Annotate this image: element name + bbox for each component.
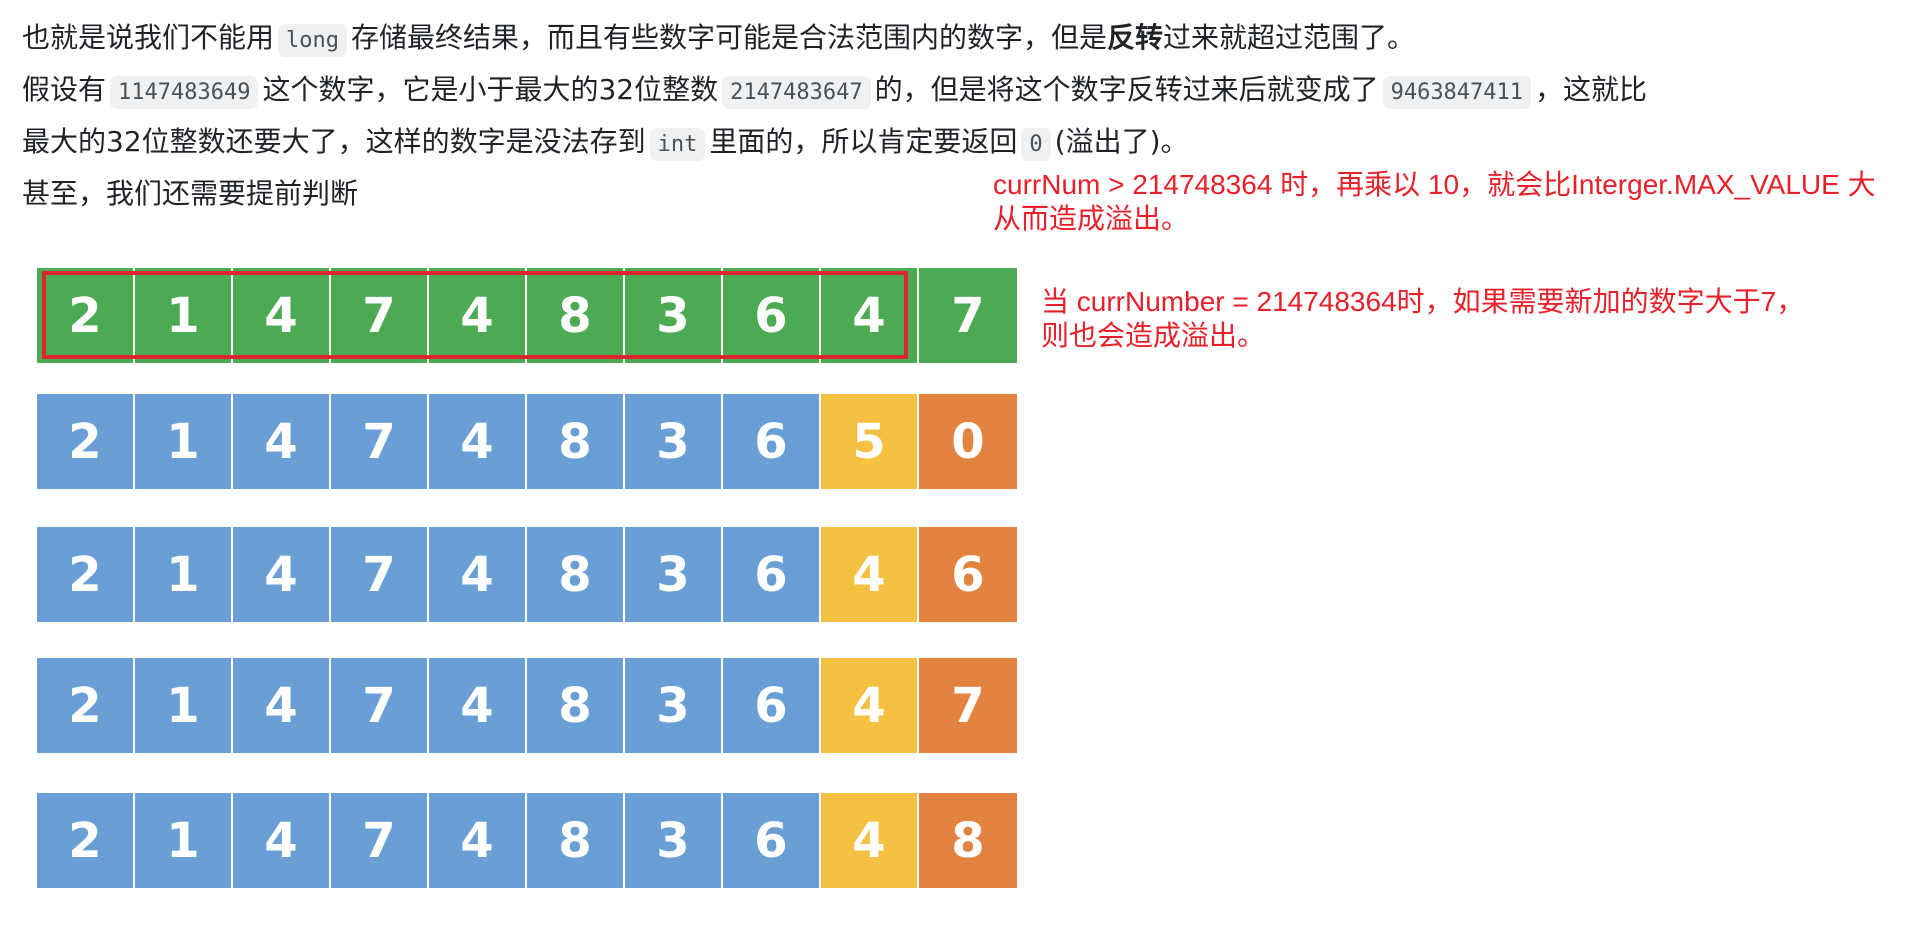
annotation-overflow-multiply: currNum > 214748364 时，再乘以 10，就会比Interger… xyxy=(993,168,1876,236)
digit-cell: 4 xyxy=(233,527,331,622)
digit-cell: 6 xyxy=(723,793,821,888)
digit-cell: 3 xyxy=(625,268,723,363)
digit-cell: 2 xyxy=(37,658,135,753)
digit-cell: 8 xyxy=(527,527,625,622)
text-segment: 存储最终结果，而且有些数字可能是合法范围内的数字，但是 xyxy=(351,21,1108,54)
digit-cell: 4 xyxy=(821,527,919,622)
text-segment: 最大的32位整数还要大了，这样的数字是没法存到 xyxy=(22,125,646,158)
digit-cell: 7 xyxy=(331,658,429,753)
digit-cell: 6 xyxy=(723,527,821,622)
digit-cell: 4 xyxy=(821,658,919,753)
digit-row-1: 2147483647 xyxy=(37,268,1017,363)
digit-cell: 8 xyxy=(527,793,625,888)
digit-row-5: 2147483648 xyxy=(37,793,1017,888)
digit-cell: 7 xyxy=(331,793,429,888)
text-segment: 也就是说我们不能用 xyxy=(22,21,275,54)
digit-cell: 0 xyxy=(919,394,1017,489)
digit-cell: 8 xyxy=(527,658,625,753)
digit-cell: 7 xyxy=(919,268,1017,363)
digit-row-2: 2147483650 xyxy=(37,394,1017,489)
inline-code-max-int: 2147483647 xyxy=(722,76,871,109)
digit-cell: 4 xyxy=(233,793,331,888)
inline-code-long: long xyxy=(278,24,347,57)
text-segment: 过来就超过范围了。 xyxy=(1163,21,1416,54)
text-segment: 这个数字，它是小于最大的32位整数 xyxy=(262,73,719,106)
text-segment: 的，但是将这个数字反转过来后就变成了 xyxy=(874,73,1379,106)
digit-cell: 8 xyxy=(527,394,625,489)
annotation-line: 当 currNumber = 214748364时，如果需要新加的数字大于7， xyxy=(1041,286,1805,317)
annotation-overflow-digit: 当 currNumber = 214748364时，如果需要新加的数字大于7， … xyxy=(1041,285,1804,353)
digit-cell: 4 xyxy=(821,793,919,888)
digit-cell: 2 xyxy=(37,793,135,888)
digit-cell: 5 xyxy=(821,394,919,489)
inline-code-number: 1147483649 xyxy=(110,76,259,109)
text-segment: (溢出了)。 xyxy=(1054,125,1189,158)
digit-cell: 1 xyxy=(135,394,233,489)
digit-cell: 4 xyxy=(429,658,527,753)
paragraph-line-3: 最大的32位整数还要大了，这样的数字是没法存到 int 里面的，所以肯定要返回 0 (溢… xyxy=(22,116,1902,168)
digit-cell: 6 xyxy=(723,658,821,753)
digit-cell: 7 xyxy=(331,394,429,489)
digit-cell: 6 xyxy=(919,527,1017,622)
digit-cell: 2 xyxy=(37,394,135,489)
digit-cell: 7 xyxy=(331,527,429,622)
text-segment: 里面的，所以肯定要返回 xyxy=(709,125,1018,158)
digit-cell: 4 xyxy=(821,268,919,363)
digit-cell: 4 xyxy=(429,793,527,888)
digit-cell: 1 xyxy=(135,658,233,753)
annotation-line: currNum > 214748364 时，再乘以 10，就会比Interger… xyxy=(993,169,1876,200)
inline-code-zero: 0 xyxy=(1021,128,1051,161)
annotation-line: 从而造成溢出。 xyxy=(993,203,1190,234)
paragraph-line-2: 假设有 1147483649 这个数字，它是小于最大的32位整数 2147483647… xyxy=(22,64,1902,116)
digit-cell: 3 xyxy=(625,394,723,489)
digit-cell: 2 xyxy=(37,527,135,622)
digit-cell: 2 xyxy=(37,268,135,363)
annotation-line: 则也会造成溢出。 xyxy=(1041,320,1266,351)
digit-row-3: 2147483646 xyxy=(37,527,1017,622)
digit-cell: 4 xyxy=(429,527,527,622)
digit-cell: 3 xyxy=(625,658,723,753)
digit-cell: 8 xyxy=(919,793,1017,888)
digit-cell: 1 xyxy=(135,527,233,622)
digit-cell: 3 xyxy=(625,527,723,622)
text-segment: ，这就比 xyxy=(1535,73,1648,106)
digit-cell: 1 xyxy=(135,793,233,888)
digit-cell: 1 xyxy=(135,268,233,363)
digit-cell: 4 xyxy=(429,268,527,363)
digit-cell: 4 xyxy=(233,268,331,363)
text-segment: 假设有 xyxy=(22,73,107,106)
paragraph-line-1: 也就是说我们不能用 long 存储最终结果，而且有些数字可能是合法范围内的数字，但是… xyxy=(22,12,1902,64)
inline-code-reversed: 9463847411 xyxy=(1382,76,1532,109)
digit-cell: 7 xyxy=(919,658,1017,753)
digit-cell: 4 xyxy=(429,394,527,489)
digit-cell: 6 xyxy=(723,268,821,363)
digit-cell: 3 xyxy=(625,793,723,888)
digit-cell: 8 xyxy=(527,268,625,363)
digit-cell: 4 xyxy=(233,394,331,489)
bold-text-reverse: 反转 xyxy=(1107,21,1164,54)
digit-cell: 6 xyxy=(723,394,821,489)
digit-row-4: 2147483647 xyxy=(37,658,1017,753)
digit-cell: 4 xyxy=(233,658,331,753)
inline-code-int: int xyxy=(649,128,706,161)
digit-cell: 7 xyxy=(331,268,429,363)
